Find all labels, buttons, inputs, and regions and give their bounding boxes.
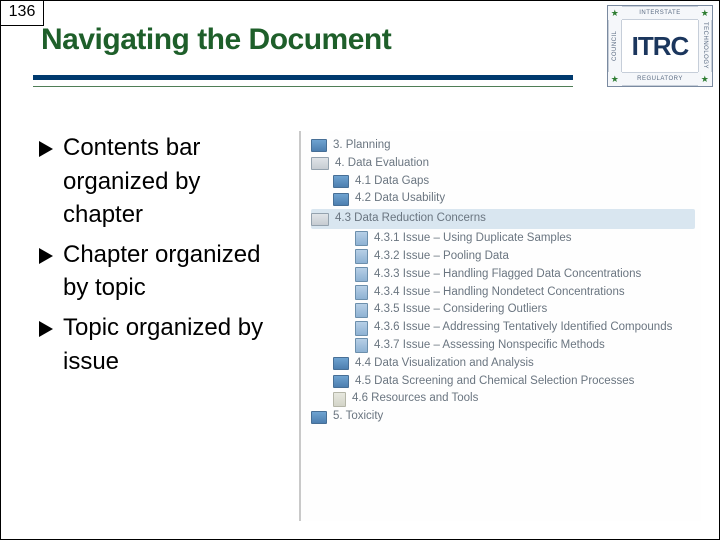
toc-row[interactable]: 4.3.2 Issue – Pooling Data (311, 248, 695, 266)
bullet-marker-icon (39, 141, 53, 157)
bullet-list: Contents bar organized by chapter Chapte… (39, 131, 281, 521)
toc-label: 3. Planning (333, 137, 391, 155)
toc-label: 4.2 Data Usability (355, 190, 445, 208)
logo-right-text: TECHNOLOGY (698, 20, 712, 72)
toc-row[interactable]: 4.3 Data Reduction Concerns (311, 209, 695, 229)
bullet-text: Chapter organized by topic (63, 238, 281, 305)
toc-row[interactable]: 4.3.5 Issue – Considering Outliers (311, 301, 695, 319)
toc-label: 4.3.1 Issue – Using Duplicate Samples (374, 230, 572, 248)
slide-body: Contents bar organized by chapter Chapte… (39, 131, 701, 521)
toc-label: 4.3.7 Issue – Assessing Nonspecific Meth… (374, 337, 605, 355)
page-icon (355, 231, 368, 246)
bullet-item: Chapter organized by topic (39, 238, 281, 305)
toc-label: 4.3.3 Issue – Handling Flagged Data Conc… (374, 266, 641, 284)
toc-label: 4.3.5 Issue – Considering Outliers (374, 301, 547, 319)
book-icon (311, 411, 327, 424)
toc-label: 4.3.2 Issue – Pooling Data (374, 248, 509, 266)
toc-row[interactable]: 4.3.3 Issue – Handling Flagged Data Conc… (311, 266, 695, 284)
toc-label: 4.3.4 Issue – Handling Nondetect Concent… (374, 284, 625, 302)
toc-label: 4.3 Data Reduction Concerns (335, 210, 486, 228)
toc-label: 4.1 Data Gaps (355, 173, 429, 191)
toc-row[interactable]: 3. Planning (311, 137, 695, 155)
page-icon (355, 321, 368, 336)
slide: 136 Navigating the Document ★ INTERSTATE… (0, 0, 720, 540)
book-icon (333, 375, 349, 388)
toc-row[interactable]: 4.3.1 Issue – Using Duplicate Samples (311, 230, 695, 248)
slide-title: Navigating the Document (41, 23, 391, 57)
toc-row[interactable]: 4.3.6 Issue – Addressing Tentatively Ide… (311, 319, 695, 337)
page-icon (355, 267, 368, 282)
bullet-item: Topic organized by issue (39, 311, 281, 378)
toc-row[interactable]: 4.5 Data Screening and Chemical Selectio… (311, 373, 695, 391)
page-icon (333, 392, 346, 407)
bullet-text: Topic organized by issue (63, 311, 281, 378)
toc-row[interactable]: 5. Toxicity (311, 408, 695, 426)
toc-screenshot: 3. Planning4. Data Evaluation4.1 Data Ga… (299, 131, 701, 521)
toc-label: 4. Data Evaluation (335, 155, 429, 173)
logo-center-text: ITRC (622, 20, 698, 72)
bullet-marker-icon (39, 321, 53, 337)
toc-row[interactable]: 4. Data Evaluation (311, 155, 695, 173)
toc-row[interactable]: 4.2 Data Usability (311, 190, 695, 208)
page-icon (355, 285, 368, 300)
toc-row[interactable]: 4.4 Data Visualization and Analysis (311, 355, 695, 373)
itrc-logo: ★ INTERSTATE ★ COUNCIL ITRC TECHNOLOGY ★… (607, 5, 713, 87)
book-icon (333, 175, 349, 188)
logo-left-text: COUNCIL (608, 20, 622, 72)
logo-bottom-text: REGULATORY (622, 72, 698, 86)
book-icon (333, 193, 349, 206)
logo-star-icon: ★ (698, 6, 712, 20)
title-rule (33, 75, 573, 87)
logo-star-icon: ★ (608, 6, 622, 20)
toc-label: 4.3.6 Issue – Addressing Tentatively Ide… (374, 319, 672, 337)
toc-label: 5. Toxicity (333, 408, 383, 426)
toc-row[interactable]: 4.3.7 Issue – Assessing Nonspecific Meth… (311, 337, 695, 355)
bullet-item: Contents bar organized by chapter (39, 131, 281, 232)
page-icon (355, 303, 368, 318)
page-number: 136 (1, 1, 44, 26)
toc-row[interactable]: 4.3.4 Issue – Handling Nondetect Concent… (311, 284, 695, 302)
book-open-icon (311, 213, 329, 226)
toc-label: 4.5 Data Screening and Chemical Selectio… (355, 373, 634, 391)
logo-star-icon: ★ (698, 72, 712, 86)
page-icon (355, 249, 368, 264)
book-icon (311, 139, 327, 152)
toc-label: 4.4 Data Visualization and Analysis (355, 355, 534, 373)
toc-label: 4.6 Resources and Tools (352, 390, 478, 408)
logo-star-icon: ★ (608, 72, 622, 86)
book-open-icon (311, 157, 329, 170)
page-icon (355, 338, 368, 353)
bullet-text: Contents bar organized by chapter (63, 131, 281, 232)
bullet-marker-icon (39, 248, 53, 264)
toc-row[interactable]: 4.6 Resources and Tools (311, 390, 695, 408)
book-icon (333, 357, 349, 370)
toc-row[interactable]: 4.1 Data Gaps (311, 173, 695, 191)
logo-top-text: INTERSTATE (622, 6, 698, 20)
